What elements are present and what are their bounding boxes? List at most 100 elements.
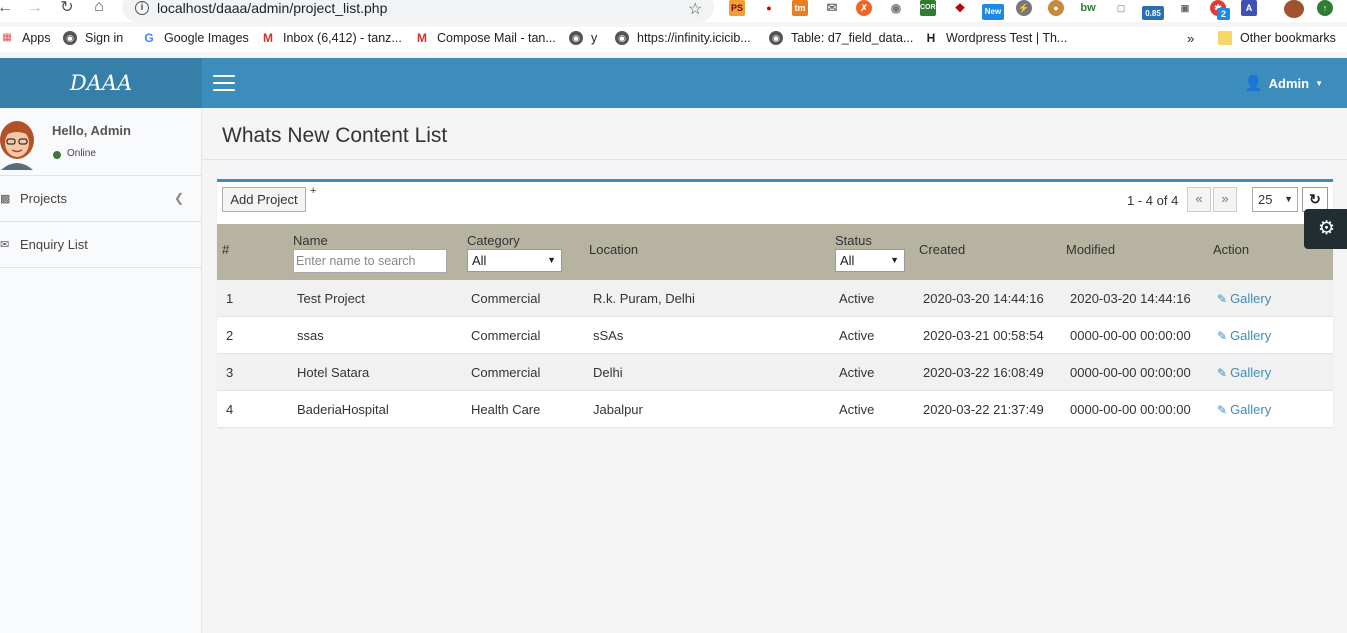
table-header: # Name Category All ▼ Location Status All… (217, 224, 1333, 280)
mail-icon[interactable]: ✉ (824, 0, 840, 16)
lightning-icon[interactable]: ⚡ (1016, 0, 1032, 16)
col-modified[interactable]: Modified (1066, 242, 1115, 257)
status-filter-select[interactable]: All ▼ (835, 249, 905, 272)
info-icon[interactable]: i (135, 1, 149, 15)
pencil-icon: ✎ (1217, 403, 1228, 417)
folder-icon (1218, 31, 1232, 45)
extension-icon[interactable]: ✗ (856, 0, 872, 16)
add-project-button[interactable]: Add Project (222, 187, 306, 212)
url-text[interactable]: localhost/daaa/admin/project_list.php (157, 0, 387, 16)
profile-avatar[interactable] (1284, 0, 1304, 18)
camera-icon[interactable]: ◉ (888, 0, 904, 16)
refresh-icon: ↻ (1309, 191, 1321, 207)
pagination-info: 1 - 4 of 4 (1127, 193, 1179, 208)
category-filter-select[interactable]: All ▼ (467, 249, 562, 272)
status-filter-value: All (840, 253, 855, 268)
cell-status: Active (839, 402, 875, 417)
cell-modified: 0000-00-00 00:00:00 (1070, 365, 1191, 380)
cell-status: Active (839, 328, 875, 343)
cell-category: Health Care (471, 402, 541, 417)
table-row: 1 Test Project Commercial R.k. Puram, De… (217, 280, 1333, 317)
gallery-link[interactable]: ✎ Gallery (1217, 365, 1271, 380)
google-icon: G (144, 31, 154, 45)
next-page-button[interactable]: » (1213, 187, 1237, 212)
bookmark-star-icon[interactable]: ☆ (688, 0, 702, 19)
hamburger-menu-icon[interactable] (213, 75, 235, 91)
dropdown-arrow-icon: ▼ (890, 255, 899, 265)
forward-arrow-icon[interactable]: → (26, 0, 44, 16)
cell-num: 3 (226, 365, 234, 380)
prev-page-button[interactable]: « (1187, 187, 1211, 212)
translate-icon[interactable]: A (1241, 0, 1257, 16)
greeting: Hello, Admin (52, 123, 131, 138)
col-status[interactable]: Status (835, 233, 872, 248)
page-size-select[interactable]: 25 ▼ (1252, 187, 1298, 212)
apps-grid-icon: ▦ (2, 32, 12, 43)
bookmark-y[interactable]: ◉ y (569, 31, 597, 45)
reload-icon[interactable]: ↻ (58, 0, 76, 16)
pencil-icon: ✎ (1217, 292, 1228, 306)
sidebar-item-label: Enquiry List (20, 237, 88, 252)
bus-icon[interactable]: ▣ (1177, 0, 1193, 16)
bookmark-inbox[interactable]: M Inbox (6,412) - tanz... (261, 31, 402, 45)
col-name[interactable]: Name (293, 233, 328, 248)
url-path: /daaa/admin/project_list.php (212, 0, 388, 16)
dropdown-arrow-icon: ▼ (1284, 194, 1293, 204)
gallery-link[interactable]: ✎ Gallery (1217, 402, 1271, 417)
back-arrow-icon[interactable]: ← (0, 0, 14, 16)
bookmark-wordpress[interactable]: H Wordpress Test | Th... (924, 31, 1068, 45)
cell-category: Commercial (471, 365, 541, 380)
cell-name: Test Project (297, 291, 365, 306)
cell-name: Hotel Satara (297, 365, 370, 380)
gallery-link[interactable]: ✎ Gallery (1217, 328, 1271, 343)
cell-num: 2 (226, 328, 234, 343)
home-icon[interactable]: ⌂ (89, 0, 109, 15)
bookmark-table[interactable]: ◉ Table: d7_field_data... (769, 31, 913, 45)
cell-location: R.k. Puram, Delhi (593, 291, 695, 306)
cell-created: 2020-03-20 14:44:16 (923, 291, 1044, 306)
speed-badge[interactable]: 0.85 (1142, 6, 1164, 20)
bookmark-sign-in[interactable]: ◉ Sign in (63, 31, 123, 45)
table-row: 2 ssas Commercial sSAs Active 2020-03-21… (217, 317, 1333, 354)
pdf-icon[interactable]: ❖ (952, 0, 968, 16)
count-badge: 2 (1217, 8, 1230, 20)
dropdown-arrow-icon: ▼ (547, 255, 556, 265)
cell-created: 2020-03-21 00:58:54 (923, 328, 1044, 343)
col-location[interactable]: Location (589, 242, 638, 257)
sidebar: Hello, Admin Online ▩ Projects ❮ ✉ Enqui… (0, 108, 202, 633)
bookmark-compose-mail[interactable]: M Compose Mail - tan... (415, 31, 556, 45)
user-menu[interactable]: 👤 Admin ▼ (1244, 58, 1323, 108)
col-category[interactable]: Category (467, 233, 520, 248)
more-bookmarks-button[interactable]: » (1187, 31, 1194, 46)
bar-chart-icon: ▩ (0, 193, 11, 205)
extension-icon[interactable]: ▢ (1113, 0, 1129, 16)
cell-category: Commercial (471, 328, 541, 343)
sidebar-item-projects[interactable]: ▩ Projects ❮ (0, 176, 202, 222)
globe-icon: ◉ (769, 31, 783, 45)
name-search-input[interactable] (293, 249, 447, 273)
cell-num: 4 (226, 402, 234, 417)
globe-icon: ◉ (569, 31, 583, 45)
gallery-link[interactable]: ✎ Gallery (1217, 291, 1271, 306)
logo[interactable]: DAAA (0, 58, 202, 108)
bookmark-infinity[interactable]: ◉ https://infinity.icicib... (615, 31, 751, 45)
new-badge[interactable]: New (982, 4, 1004, 20)
cell-name: ssas (297, 328, 324, 343)
cell-num: 1 (226, 291, 234, 306)
bookmark-google-images[interactable]: G Google Images (142, 31, 248, 45)
settings-gear-icon[interactable]: ⚙ (1304, 209, 1347, 249)
sidebar-item-enquiry-list[interactable]: ✉ Enquiry List (0, 222, 202, 268)
col-created[interactable]: Created (919, 242, 965, 257)
other-bookmarks[interactable]: Other bookmarks (1218, 31, 1336, 45)
cell-created: 2020-03-22 21:37:49 (923, 402, 1044, 417)
update-icon[interactable]: ↑ (1317, 0, 1333, 16)
cell-modified: 2020-03-20 14:44:16 (1070, 291, 1191, 306)
cell-name: BaderiaHospital (297, 402, 389, 417)
bookmark-apps[interactable]: ▦ Apps (0, 31, 50, 45)
user-icon: 👤 (1243, 75, 1263, 92)
cookie-icon[interactable]: ● (1048, 0, 1064, 16)
cell-location: Delhi (593, 365, 623, 380)
page-title: Whats New Content List (222, 124, 448, 147)
cell-category: Commercial (471, 291, 541, 306)
online-status: Online (67, 148, 96, 159)
